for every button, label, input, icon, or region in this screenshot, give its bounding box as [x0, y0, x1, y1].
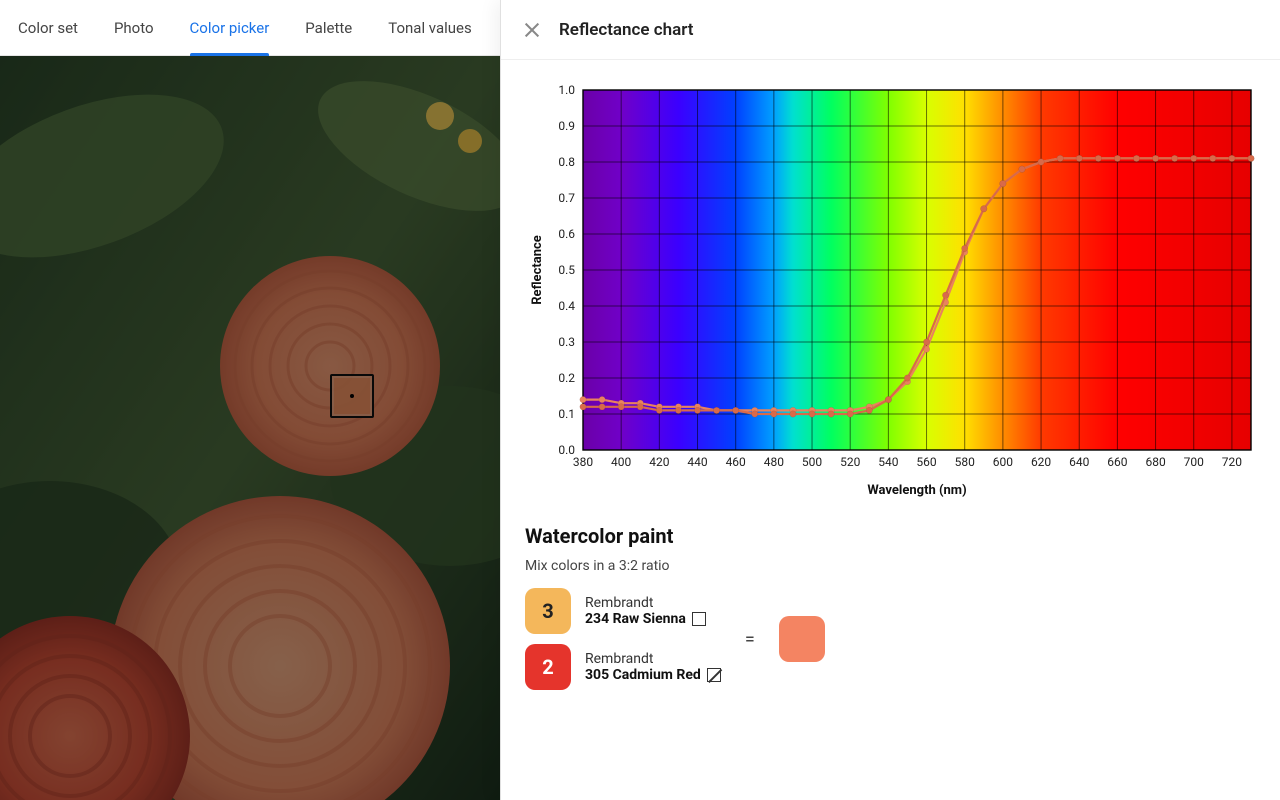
svg-text:640: 640	[1069, 455, 1089, 469]
svg-text:540: 540	[878, 455, 898, 469]
photo-area[interactable]	[0, 56, 500, 800]
svg-text:600: 600	[993, 455, 1013, 469]
tab-palette[interactable]: Palette	[305, 1, 352, 55]
svg-text:0.2: 0.2	[558, 371, 575, 385]
svg-text:380: 380	[573, 455, 593, 469]
reflectance-chart: 380 400 420 440 460 480 500 520 540 560 580 600 620 6…	[525, 80, 1257, 500]
paint-part: 3 Rembrandt234 Raw Sienna	[525, 588, 721, 634]
close-icon[interactable]	[523, 21, 541, 39]
svg-text:0.3: 0.3	[558, 335, 575, 349]
svg-text:0.7: 0.7	[558, 191, 575, 205]
tab-photo[interactable]: Photo	[114, 1, 154, 55]
panel-title: Reflectance chart	[559, 20, 694, 40]
paint-part-chip: 3	[525, 588, 571, 634]
svg-text:Wavelength (nm): Wavelength (nm)	[867, 483, 966, 498]
svg-text:1.0: 1.0	[558, 83, 575, 97]
paint-brand: Rembrandt	[585, 595, 706, 611]
mix-title: Watercolor paint	[525, 524, 1256, 548]
svg-text:Reflectance: Reflectance	[530, 235, 545, 305]
mix-subtitle: Mix colors in a 3:2 ratio	[525, 558, 1256, 574]
tab-tonal-values[interactable]: Tonal values	[388, 1, 472, 55]
panel-header: Reflectance chart	[501, 0, 1280, 60]
svg-text:520: 520	[840, 455, 860, 469]
svg-text:580: 580	[955, 455, 975, 469]
tab-color-set[interactable]: Color set	[18, 1, 78, 55]
mix-result-swatch	[779, 616, 825, 662]
reflectance-panel: Reflectance chart 380 400 420 440 460 480 500 5…	[500, 0, 1280, 800]
svg-text:0.6: 0.6	[558, 227, 575, 241]
lightfastness-icon	[692, 612, 706, 626]
svg-text:420: 420	[649, 455, 669, 469]
svg-text:480: 480	[764, 455, 784, 469]
svg-text:0.9: 0.9	[558, 119, 575, 133]
svg-text:460: 460	[726, 455, 746, 469]
svg-text:500: 500	[802, 455, 822, 469]
svg-text:0.0: 0.0	[558, 443, 575, 457]
svg-text:720: 720	[1222, 455, 1242, 469]
svg-text:0.1: 0.1	[558, 407, 575, 421]
equals-sign: =	[745, 629, 755, 650]
svg-text:680: 680	[1145, 455, 1165, 469]
svg-text:400: 400	[611, 455, 631, 469]
paint-brand: Rembrandt	[585, 651, 721, 667]
paint-name: 305 Cadmium Red	[585, 667, 721, 683]
tab-color-picker[interactable]: Color picker	[190, 1, 270, 55]
lightfastness-icon	[707, 668, 721, 682]
svg-text:660: 660	[1107, 455, 1127, 469]
svg-text:560: 560	[916, 455, 936, 469]
svg-text:0.4: 0.4	[558, 299, 575, 313]
paint-part: 2 Rembrandt305 Cadmium Red	[525, 644, 721, 690]
paint-part-chip: 2	[525, 644, 571, 690]
svg-text:620: 620	[1031, 455, 1051, 469]
paint-name: 234 Raw Sienna	[585, 611, 706, 627]
svg-text:440: 440	[687, 455, 707, 469]
color-picker-box[interactable]	[330, 374, 374, 418]
svg-text:0.8: 0.8	[558, 155, 575, 169]
svg-text:0.5: 0.5	[558, 263, 575, 277]
svg-text:700: 700	[1184, 455, 1204, 469]
